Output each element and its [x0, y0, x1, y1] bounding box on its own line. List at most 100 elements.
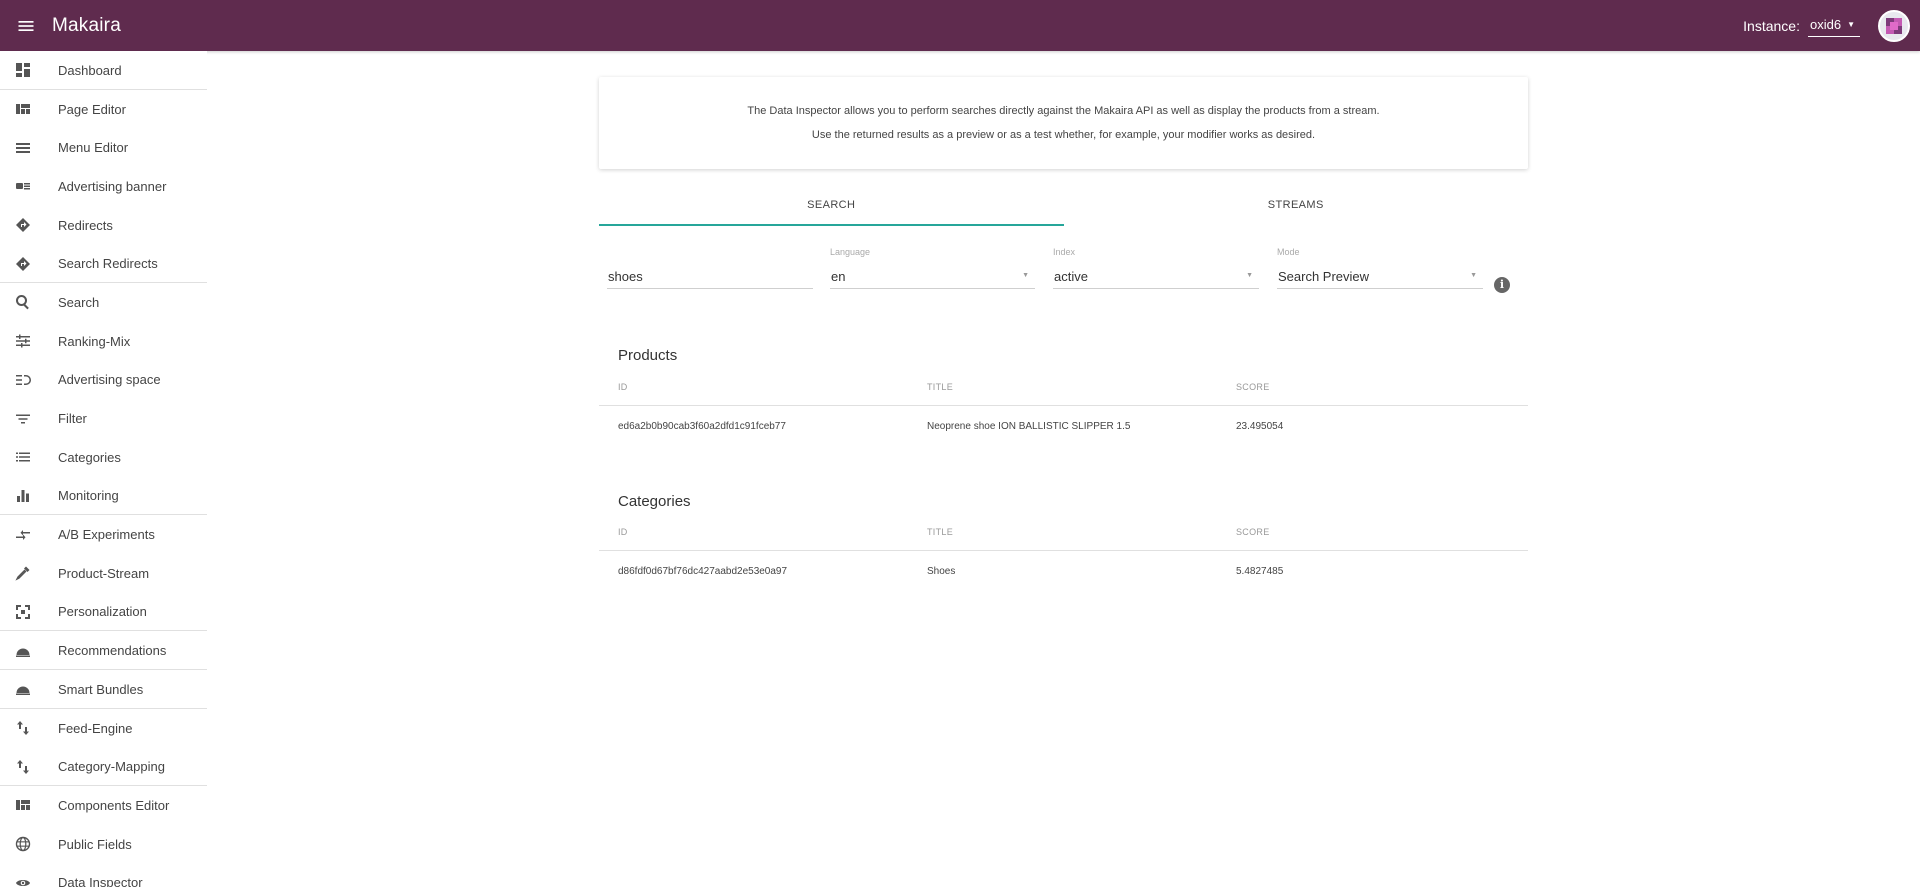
- sidebar-item-label: Page Editor: [58, 101, 126, 117]
- eye-icon: [0, 875, 58, 887]
- sidebar-item-label: Smart Bundles: [58, 681, 144, 697]
- sidebar-nav: Dashboard Page Editor Menu Editor Advert…: [0, 51, 207, 887]
- instance-label: Instance:: [1743, 17, 1800, 34]
- column-header-score: SCORE: [1236, 526, 1270, 537]
- chevron-down-icon: ▼: [1022, 272, 1029, 279]
- sidebar-item-label: Menu Editor: [58, 140, 129, 156]
- sidebar-item-recommendations[interactable]: Recommendations: [0, 631, 207, 670]
- view-quilt-icon: [0, 101, 58, 117]
- column-header-title: TITLE: [927, 526, 954, 537]
- sidebar-item-categories[interactable]: Categories: [0, 438, 207, 477]
- product-id: ed6a2b0b90cab3f60a2dfd1c91fceb77: [618, 421, 786, 432]
- product-title: Neoprene shoe ION BALLISTIC SLIPPER 1.5: [927, 421, 1131, 432]
- tune-icon: [0, 333, 58, 349]
- sidebar-item-smart-bundles[interactable]: Smart Bundles: [0, 670, 207, 709]
- products-table: ID TITLE SCORE ed6a2b0b90cab3f60a2dfd1c9…: [599, 368, 1528, 447]
- sidebar-item-label: Search Redirects: [58, 256, 158, 272]
- column-header-title: TITLE: [927, 381, 954, 392]
- sidebar-item-data-inspector[interactable]: Data Inspector: [0, 863, 207, 887]
- sidebar-item-search-redirects[interactable]: Search Redirects: [0, 244, 207, 283]
- language-select[interactable]: Language en ▼: [830, 247, 1035, 289]
- search-input[interactable]: shoes: [607, 261, 813, 289]
- app-title: Makaira: [52, 14, 121, 36]
- search-input-value: shoes: [608, 269, 643, 284]
- sidebar-item-label: Feed-Engine: [58, 720, 133, 736]
- info-icon[interactable]: i: [1494, 277, 1510, 293]
- index-label: Index: [1053, 247, 1076, 257]
- categories-title: Categories: [618, 493, 691, 510]
- table-row[interactable]: ed6a2b0b90cab3f60a2dfd1c91fceb77 Neopren…: [599, 406, 1528, 447]
- sidebar-item-label: Category-Mapping: [58, 759, 165, 775]
- categories-table: ID TITLE SCORE d86fdf0d67bf76dc427aabd2e…: [599, 513, 1528, 592]
- room-service-icon: [0, 681, 58, 697]
- personalization-icon: [0, 604, 58, 620]
- dashboard-icon: [0, 62, 58, 78]
- compare-arrows-icon: [0, 527, 58, 543]
- directions-icon: [0, 256, 58, 272]
- advertising-space-icon: [0, 372, 58, 388]
- sidebar-item-redirects[interactable]: Redirects: [0, 206, 207, 245]
- column-header-id: ID: [618, 381, 628, 392]
- info-text-line-2: Use the returned results as a preview or…: [811, 129, 1316, 141]
- sidebar-item-label: A/B Experiments: [58, 527, 155, 543]
- sidebar-item-dashboard[interactable]: Dashboard: [0, 51, 207, 90]
- sidebar-item-menu-editor[interactable]: Menu Editor: [0, 128, 207, 167]
- sidebar-item-label: Filter: [58, 411, 87, 427]
- list-bulleted-icon: [0, 449, 58, 465]
- sidebar-item-label: Data Inspector: [58, 875, 143, 887]
- category-title: Shoes: [927, 566, 956, 577]
- mode-select[interactable]: Mode Search Preview ▼: [1277, 247, 1483, 289]
- hamburger-menu-icon[interactable]: [0, 0, 52, 51]
- index-select[interactable]: Index active ▼: [1053, 247, 1259, 289]
- sidebar-item-filter[interactable]: Filter: [0, 399, 207, 438]
- sidebar-item-label: Monitoring: [58, 488, 119, 504]
- info-text-line-1: The Data Inspector allows you to perform…: [747, 105, 1380, 117]
- info-card: The Data Inspector allows you to perform…: [599, 77, 1528, 169]
- sidebar-item-label: Dashboard: [58, 62, 122, 78]
- column-header-id: ID: [618, 526, 628, 537]
- sidebar-item-category-mapping[interactable]: Category-Mapping: [0, 747, 207, 786]
- table-header: ID TITLE SCORE: [599, 368, 1528, 406]
- sidebar-item-advertising-banner[interactable]: Advertising banner: [0, 167, 207, 206]
- sidebar-item-monitoring[interactable]: Monitoring: [0, 477, 207, 516]
- table-header: ID TITLE SCORE: [599, 513, 1528, 551]
- sidebar-item-ab-experiments[interactable]: A/B Experiments: [0, 515, 207, 554]
- mode-label: Mode: [1277, 247, 1300, 257]
- inspector-tabs: SEARCH STREAMS: [599, 194, 1528, 226]
- table-row[interactable]: d86fdf0d67bf76dc427aabd2e53e0a97 Shoes 5…: [599, 551, 1528, 592]
- sidebar-item-components-editor[interactable]: Components Editor: [0, 786, 207, 825]
- tab-search[interactable]: SEARCH: [599, 194, 1064, 226]
- sidebar-item-label: Redirects: [58, 217, 113, 233]
- sidebar-item-label: Components Editor: [58, 797, 170, 813]
- view-quilt-icon: [0, 797, 58, 813]
- import-export-icon: [0, 759, 58, 775]
- list-icon: [0, 140, 58, 156]
- sidebar-item-label: Advertising space: [58, 372, 161, 388]
- sidebar-item-label: Search: [58, 294, 100, 310]
- avatar[interactable]: [1878, 9, 1910, 42]
- tab-streams[interactable]: STREAMS: [1064, 194, 1529, 226]
- instance-select[interactable]: oxid6 ▼: [1808, 14, 1860, 37]
- sidebar-item-search[interactable]: Search: [0, 283, 207, 322]
- chevron-down-icon: ▼: [1246, 272, 1253, 279]
- sidebar-item-label: Personalization: [58, 604, 147, 620]
- product-score: 23.495054: [1236, 421, 1284, 432]
- chevron-down-icon: ▼: [1847, 20, 1855, 29]
- sidebar-item-ranking-mix[interactable]: Ranking-Mix: [0, 322, 207, 361]
- sidebar-item-feed-engine[interactable]: Feed-Engine: [0, 709, 207, 748]
- top-app-bar: Makaira Instance: oxid6 ▼: [0, 0, 1920, 51]
- bar-chart-icon: [0, 488, 58, 504]
- sidebar-item-public-fields[interactable]: Public Fields: [0, 825, 207, 864]
- sidebar-item-advertising-space[interactable]: Advertising space: [0, 361, 207, 400]
- sidebar-item-label: Advertising banner: [58, 178, 167, 194]
- category-score: 5.4827485: [1236, 566, 1284, 577]
- instance-value: oxid6: [1810, 17, 1842, 32]
- sidebar-item-page-editor[interactable]: Page Editor: [0, 90, 207, 129]
- sidebar-item-personalization[interactable]: Personalization: [0, 593, 207, 632]
- sidebar-item-label: Ranking-Mix: [58, 333, 131, 349]
- index-value: active: [1054, 269, 1088, 284]
- language-value: en: [831, 269, 846, 284]
- sidebar-item-label: Recommendations: [58, 643, 167, 659]
- eyedropper-icon: [0, 565, 58, 581]
- sidebar-item-product-stream[interactable]: Product-Stream: [0, 554, 207, 593]
